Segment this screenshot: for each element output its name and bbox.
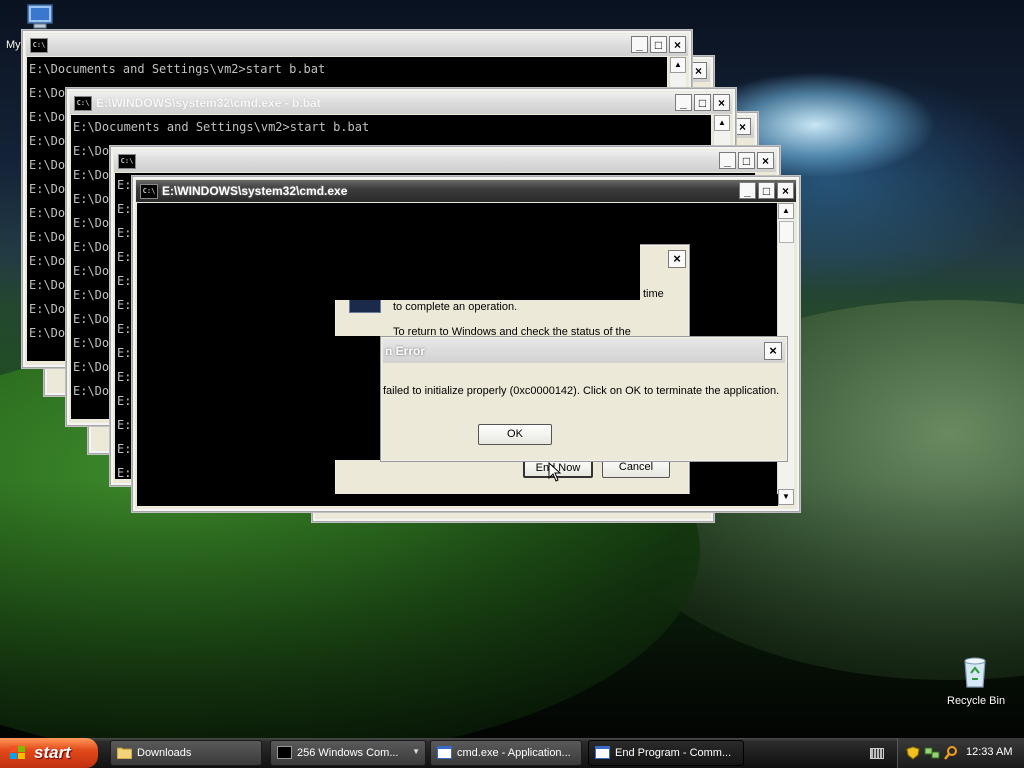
console-overlap	[335, 336, 380, 460]
scroll-up-arrow[interactable]: ▲	[778, 203, 794, 219]
system-tray: 12:33 AM	[897, 738, 1024, 768]
title-bar[interactable]: C:\ E:\WINDOWS\system32\cmd.exe _ □ ×	[136, 180, 796, 202]
console-icon: C:\	[30, 38, 48, 53]
close-button[interactable]: ×	[713, 94, 730, 111]
desktop-icon-label: Recycle Bin	[947, 695, 1006, 707]
console-overlap	[335, 494, 778, 506]
minimize-button[interactable]: _	[739, 182, 756, 199]
console-icon	[277, 746, 292, 759]
search-icon[interactable]	[944, 746, 958, 760]
taskbar: start Downloads 256 Windows Com... ▼ cmd…	[0, 738, 1024, 768]
clock[interactable]: 12:33 AM	[966, 746, 1012, 758]
close-button[interactable]: ×	[669, 36, 686, 53]
dialog-text-fragment: time	[643, 288, 664, 300]
folder-icon	[117, 747, 132, 759]
console-overlap	[137, 300, 335, 506]
maximize-button[interactable]: □	[694, 94, 711, 111]
windows-logo-icon	[10, 746, 25, 759]
network-icon[interactable]	[924, 746, 940, 760]
title-bar[interactable]: C:\ E:\WINDOWS\system32\cmd.exe - b.bat …	[70, 92, 732, 114]
taskbar-item-label: cmd.exe - Application...	[457, 747, 571, 759]
taskbar-item-application-error[interactable]: cmd.exe - Application...	[430, 740, 582, 766]
taskbar-item-command-group[interactable]: 256 Windows Com... ▼	[270, 740, 426, 766]
application-error-dialog[interactable]: n Error × failed to initialize properly …	[380, 336, 788, 462]
taskbar-item-end-program[interactable]: End Program - Comm...	[588, 740, 744, 766]
minimize-button[interactable]: _	[719, 152, 736, 169]
recycle-bin-icon	[964, 657, 986, 688]
maximize-button[interactable]: □	[738, 152, 755, 169]
keyboard-icon[interactable]	[870, 748, 884, 759]
console-line: E:\Documents and Settings\vm2>start b.ba…	[29, 62, 326, 76]
console-icon: C:\	[140, 184, 158, 199]
taskbar-item-label: End Program - Comm...	[615, 747, 732, 759]
dialog-title-bar[interactable]: n Error ×	[383, 339, 785, 363]
taskbar-item-label: 256 Windows Com...	[297, 747, 399, 759]
start-button[interactable]: start	[0, 738, 98, 768]
security-shield-icon[interactable]	[906, 746, 920, 760]
close-button[interactable]: ×	[734, 118, 751, 135]
window-title: E:\WINDOWS\system32\cmd.exe - b.bat	[96, 96, 321, 110]
scroll-up-arrow[interactable]: ▲	[670, 57, 686, 73]
taskbar-item-label: Downloads	[137, 747, 192, 759]
close-button[interactable]: ×	[757, 152, 774, 169]
close-button[interactable]: ×	[777, 182, 794, 199]
title-bar[interactable]: C:\ _ □ ×	[26, 34, 688, 56]
scroll-thumb[interactable]	[779, 221, 794, 243]
title-bar[interactable]: C:\ _ □ ×	[114, 150, 776, 172]
maximize-button[interactable]: □	[650, 36, 667, 53]
dialog-title: n Error	[385, 344, 426, 358]
scroll-down-arrow[interactable]: ▼	[778, 489, 794, 505]
window-icon	[437, 746, 452, 759]
close-button[interactable]: ×	[690, 62, 707, 79]
mouse-cursor-icon	[548, 462, 562, 482]
scroll-up-arrow[interactable]: ▲	[714, 115, 730, 131]
window-title: E:\WINDOWS\system32\cmd.exe	[162, 184, 348, 198]
taskbar-item-downloads[interactable]: Downloads	[110, 740, 262, 766]
ok-button[interactable]: OK	[478, 424, 552, 445]
minimize-button[interactable]: _	[631, 36, 648, 53]
maximize-button[interactable]: □	[758, 182, 775, 199]
chevron-down-icon: ▼	[412, 747, 420, 756]
console-icon: C:\	[74, 96, 92, 111]
dialog-text: to complete an operation.	[393, 301, 518, 313]
console-overlap	[137, 244, 640, 272]
start-label: start	[34, 743, 71, 762]
close-button[interactable]: ×	[764, 342, 782, 360]
close-button[interactable]: ×	[668, 250, 686, 268]
error-message: failed to initialize properly (0xc000014…	[383, 385, 780, 397]
console-icon: C:\	[118, 154, 136, 169]
desktop-icon-label: My	[6, 39, 21, 51]
window-icon	[595, 746, 610, 759]
console-line: E:\Documents and Settings\vm2>start b.ba…	[73, 120, 370, 134]
desktop-icon-recycle-bin[interactable]: Recycle Bin	[940, 655, 1010, 711]
minimize-button[interactable]: _	[675, 94, 692, 111]
